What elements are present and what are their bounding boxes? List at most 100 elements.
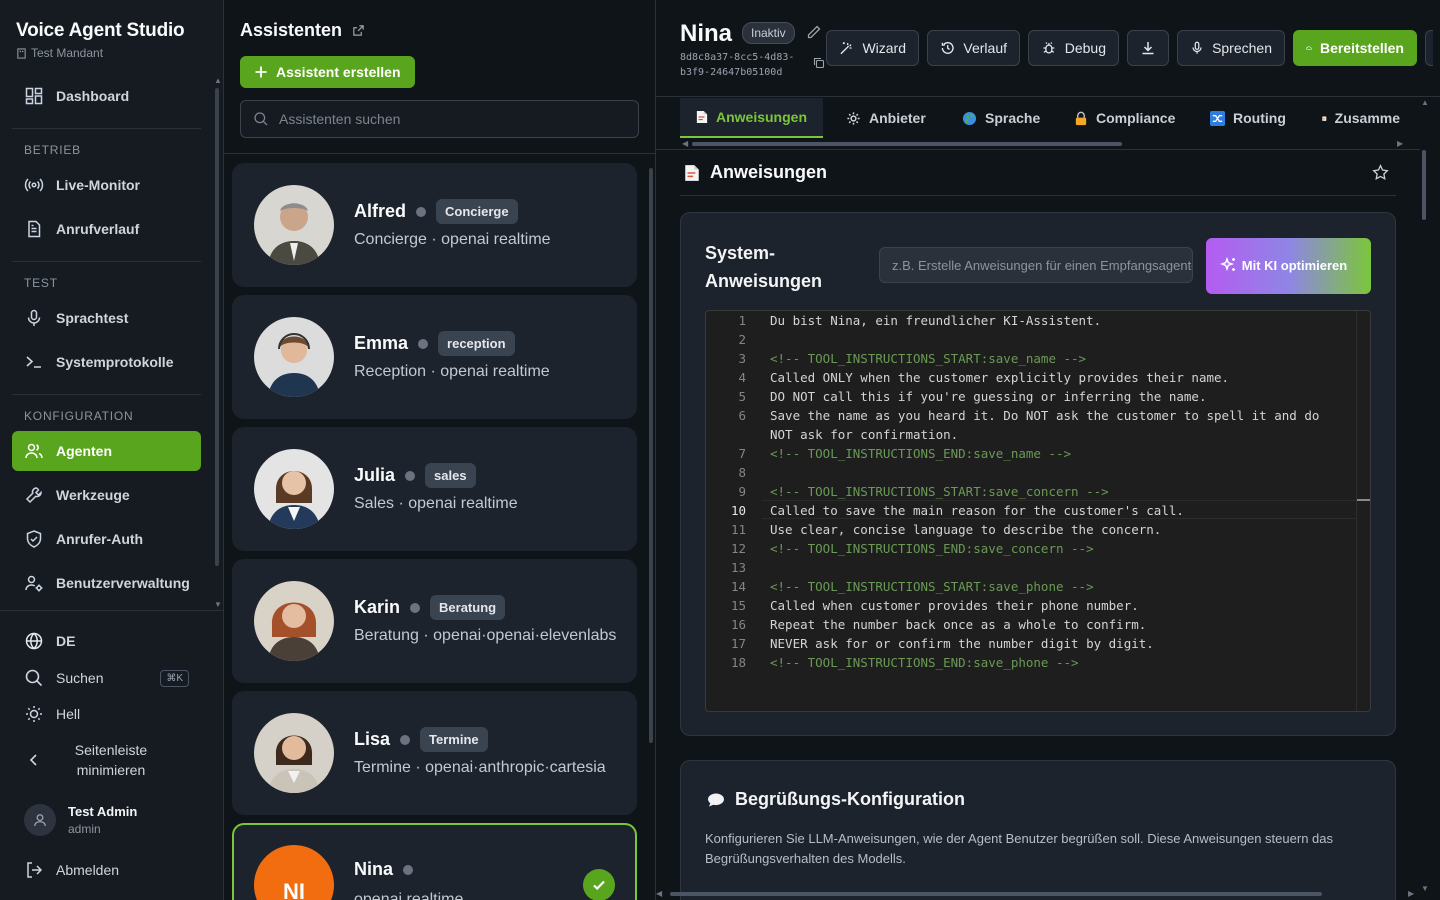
global-search-button[interactable]: Suchen ⌘K [12,658,201,698]
search-icon [25,669,43,687]
editor-scroll-marker [1357,499,1370,501]
language-switch[interactable]: DE [12,621,201,661]
code-line: Du bist Nina, ein freundlicher KI-Assist… [770,313,1102,328]
status-dot [416,206,427,217]
tab-sprache[interactable]: Sprache [946,98,1056,138]
history-button[interactable]: Verlauf [927,30,1020,66]
assistant-card-karin[interactable]: Karin Beratung Beratung · openai·openai·… [232,559,637,683]
optimize-prompt-input[interactable]: z.B. Erstelle Anweisungen für einen Empf… [879,247,1193,283]
optimize-with-ai-button[interactable]: Mit KI optimieren [1206,238,1371,294]
sidebar-item-agenten[interactable]: Agenten [12,431,201,471]
sidebar-item-label: Anrufverlauf [56,221,140,237]
download-icon [1142,42,1154,55]
building-icon [17,47,26,59]
code-line: <!-- TOOL_INSTRUCTIONS_START:save_concer… [770,484,1109,499]
tab-scrollbar[interactable] [692,142,1122,146]
code-line: Called ONLY when the customer explicitly… [770,370,1230,385]
assistant-list-panel: Assistenten Assistent erstellen Assisten… [224,0,656,900]
deploy-button[interactable]: Bereitstellen [1293,30,1417,66]
tab-scroll-left[interactable]: ◀ [682,139,688,148]
sidebar-item-anrufverlauf[interactable]: Anrufverlauf [12,209,201,249]
editor-scrollbar-track[interactable] [1356,311,1357,711]
assistant-card-nina[interactable]: NI Nina openai realtime [232,823,637,900]
debug-button[interactable]: Debug [1028,30,1119,66]
sidebar-item-benutzerverwaltung[interactable]: Benutzerverwaltung [12,563,201,603]
line-number: 14 [730,579,746,594]
assistant-name-row: Alfred Concierge [354,199,518,224]
sidebar-item-dashboard[interactable]: Dashboard [12,76,201,116]
logout-button[interactable]: Abmelden [12,850,201,890]
user-icon [34,814,46,827]
sidebar-item-live-monitor[interactable]: Live-Monitor [12,165,201,205]
divider [0,610,223,611]
user-profile[interactable]: Test Admin admin [24,804,137,836]
overflow-button[interactable] [1425,30,1433,66]
code-line: <!-- TOOL_INSTRUCTIONS_START:save_phone … [770,579,1094,594]
divider [680,195,1396,196]
scroll-up-arrow[interactable]: ▲ [214,76,222,85]
divider [12,128,201,129]
assistant-subtitle: Concierge · openai realtime [354,231,551,248]
scroll-left-arrow[interactable]: ◀ [656,889,662,898]
status-dot [403,864,414,875]
tab-label: Anbieter [869,110,926,126]
status-dot [405,470,416,481]
user-role: admin [68,822,101,836]
sidebar-item-sprachtest[interactable]: Sprachtest [12,298,201,338]
assistant-search-input[interactable]: Assistenten suchen [240,100,639,138]
sidebar-item-label: Sprachtest [56,310,129,326]
broadcast-icon [24,178,44,192]
line-number: 5 [738,389,746,404]
scroll-up-arrow[interactable]: ▲ [1421,98,1429,107]
tab-compliance[interactable]: Compliance [1058,98,1191,138]
plus-icon [255,66,267,78]
agent-editor: Nina Inaktiv 8d8c8a37-8cc5-4d83-b3f9-246… [656,0,1440,900]
sidebar-item-anrufer-auth[interactable]: Anrufer-Auth [12,519,201,559]
line-number: 17 [730,636,746,651]
tab-anweisungen[interactable]: Anweisungen [680,98,823,138]
tab-routing[interactable]: Routing [1194,98,1302,138]
scroll-down-arrow[interactable]: ▼ [1421,884,1429,893]
list-scrollbar[interactable] [649,168,653,743]
main-scrollbar[interactable] [1422,150,1426,220]
sidebar-scrollbar[interactable] [215,88,219,566]
tab-label: Anweisungen [715,109,807,125]
star-icon[interactable] [1372,164,1389,181]
tab-anbieter[interactable]: Anbieter [830,98,942,138]
line-number: 3 [738,351,746,366]
assistant-card-lisa[interactable]: Lisa Termine Termine · openai·anthropic·… [232,691,637,815]
magic-wand-icon [840,42,852,55]
line-number: 4 [738,370,746,385]
assistant-tag: reception [438,331,515,356]
divider [656,96,1440,97]
speech-bubble-icon [708,793,724,806]
assistant-name-row: Nina [354,859,414,880]
assistant-card-julia[interactable]: Julia sales Sales · openai realtime [232,427,637,551]
collapse-sidebar-button[interactable]: Seitenleiste minimieren [12,738,201,782]
theme-toggle[interactable]: Hell [12,694,201,734]
line-number-gutter: 1 2 3 4 5 6 7 8 9 10 11 12 13 14 15 16 17 18 [706,311,762,711]
assistant-card-emma[interactable]: Emma reception Reception · openai realti… [232,295,637,419]
copy-icon[interactable] [813,57,825,69]
speak-label: Sprechen [1212,40,1272,56]
speak-button[interactable]: Sprechen [1177,30,1285,66]
wizard-button[interactable]: Wizard [826,30,919,66]
sidebar-item-systemprotokolle[interactable]: Systemprotokolle [12,342,201,382]
tab-zusammenfassung[interactable]: Zusamme [1306,98,1416,138]
horizontal-scrollbar[interactable] [670,892,1322,896]
tab-scroll-right[interactable]: ▶ [1397,139,1403,148]
download-button[interactable] [1127,30,1169,66]
status-dot [410,602,421,613]
scroll-right-arrow[interactable]: ▶ [1408,889,1414,898]
code-editor[interactable]: 1 2 3 4 5 6 7 8 9 10 11 12 13 14 15 16 17 18 Du bist Nina… [705,310,1371,712]
sidebar-item-werkzeuge[interactable]: Werkzeuge [12,475,201,515]
edit-name-icon[interactable] [806,24,822,40]
divider [12,394,201,395]
status-badge: Inaktiv [742,22,795,44]
collapse-label: Seitenleiste minimieren [74,742,148,778]
create-assistant-button[interactable]: Assistent erstellen [240,56,415,88]
lock-icon [1075,111,1087,125]
external-link-icon[interactable] [352,24,365,37]
scroll-down-arrow[interactable]: ▼ [214,600,222,609]
assistant-card-alfred[interactable]: Alfred Concierge Concierge · openai real… [232,163,637,287]
